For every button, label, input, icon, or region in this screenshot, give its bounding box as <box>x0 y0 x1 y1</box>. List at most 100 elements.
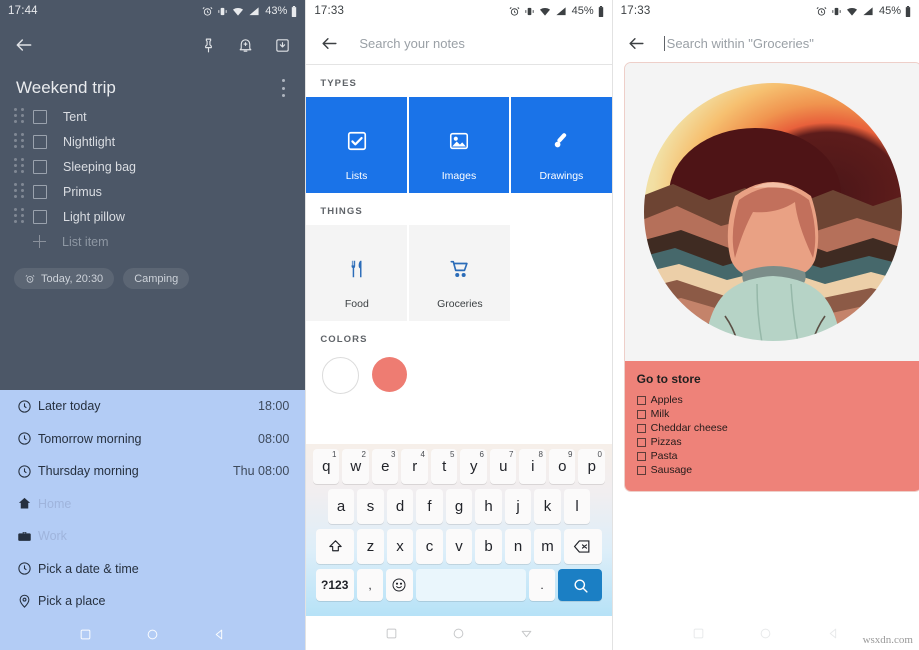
shift-icon[interactable] <box>316 529 355 564</box>
recents-square-icon[interactable] <box>385 627 398 640</box>
list-item[interactable]: Cheddar cheese <box>636 422 909 434</box>
drag-handle-icon[interactable] <box>14 108 25 125</box>
key-z[interactable]: z <box>357 529 384 564</box>
drag-handle-icon[interactable] <box>14 183 25 200</box>
key-i[interactable]: i8 <box>519 449 546 484</box>
recents-square-icon[interactable] <box>692 627 705 640</box>
reminder-option-thursday-morning[interactable]: Thursday morning Thu 08:00 <box>0 455 305 488</box>
checkbox[interactable] <box>636 465 646 475</box>
key-space[interactable] <box>415 569 526 601</box>
search-icon[interactable] <box>558 569 603 601</box>
key-x[interactable]: x <box>386 529 414 564</box>
back-arrow-icon[interactable] <box>320 34 339 53</box>
key-y[interactable]: y6 <box>460 449 487 484</box>
checkbox[interactable] <box>33 209 47 224</box>
more-options-icon[interactable] <box>281 79 285 97</box>
key-g[interactable]: g <box>445 489 473 524</box>
key-w[interactable]: w2 <box>342 449 369 484</box>
list-item[interactable]: Light pillow <box>0 204 305 229</box>
filter-tile-lists[interactable]: Lists <box>306 97 407 193</box>
reminder-option-pick-date-time[interactable]: Pick a date & time <box>0 553 305 586</box>
key-b[interactable]: b <box>475 529 502 564</box>
checkbox[interactable] <box>33 134 47 149</box>
list-item[interactable]: Milk <box>636 408 909 420</box>
recents-square-icon[interactable] <box>79 628 92 641</box>
list-item[interactable]: Nightlight <box>0 129 305 154</box>
list-item[interactable]: Sausage <box>636 464 909 476</box>
reminder-option-work[interactable]: Work <box>0 520 305 553</box>
checkbox[interactable] <box>636 409 646 419</box>
list-item[interactable]: Tent <box>0 104 305 129</box>
filter-tile-groceries[interactable]: Groceries <box>409 225 511 321</box>
search-bar[interactable]: Search your notes <box>306 22 612 64</box>
list-item[interactable]: Primus <box>0 179 305 204</box>
filter-tile-drawings[interactable]: Drawings <box>511 97 612 193</box>
key-symbols[interactable]: ?123 <box>315 569 354 601</box>
add-list-item-row[interactable]: List item <box>0 229 305 254</box>
key-s[interactable]: s <box>357 489 384 524</box>
key-p[interactable]: p0 <box>578 449 605 484</box>
emoji-icon[interactable] <box>386 569 413 601</box>
key-v[interactable]: v <box>445 529 473 564</box>
home-circle-icon[interactable] <box>452 627 465 640</box>
key-r[interactable]: r4 <box>401 449 428 484</box>
drag-handle-icon[interactable] <box>14 133 25 150</box>
back-triangle-icon[interactable] <box>827 627 840 640</box>
search-input[interactable]: Search within "Groceries" <box>663 35 814 51</box>
home-circle-icon[interactable] <box>146 628 159 641</box>
checkbox[interactable] <box>636 451 646 461</box>
drag-handle-icon[interactable] <box>14 158 25 175</box>
key-f[interactable]: f <box>416 489 443 524</box>
filter-tile-images[interactable]: Images <box>408 97 510 193</box>
list-item[interactable]: Sleeping bag <box>0 154 305 179</box>
key-d[interactable]: d <box>386 489 414 524</box>
archive-icon[interactable] <box>274 37 291 54</box>
checkbox[interactable] <box>33 109 47 124</box>
key-n[interactable]: n <box>504 529 532 564</box>
color-swatch-white[interactable] <box>322 357 360 394</box>
label-chip[interactable]: Camping <box>123 268 190 289</box>
reminder-option-tomorrow-morning[interactable]: Tomorrow morning 08:00 <box>0 423 305 456</box>
page-title[interactable]: Weekend trip <box>16 78 281 98</box>
key-q[interactable]: q1 <box>312 449 340 484</box>
add-reminder-bell-icon[interactable] <box>237 37 254 54</box>
key-t[interactable]: t5 <box>430 449 458 484</box>
drag-handle-icon[interactable] <box>14 208 25 225</box>
checkbox[interactable] <box>636 437 646 447</box>
checkbox[interactable] <box>636 395 646 405</box>
reminder-chip[interactable]: Today, 20:30 <box>14 268 115 289</box>
on-screen-keyboard[interactable]: q1 w2 e3 r4 t5 y6 u7 i8 o9 p0 a s d f g … <box>306 444 612 616</box>
key-period[interactable]: . <box>528 569 556 601</box>
backspace-icon[interactable] <box>563 529 602 564</box>
reminder-option-home[interactable]: Home <box>0 488 305 521</box>
reminder-option-later-today[interactable]: Later today 18:00 <box>0 390 305 423</box>
list-item[interactable]: Pizzas <box>636 436 909 448</box>
key-j[interactable]: j <box>504 489 532 524</box>
key-k[interactable]: k <box>534 489 561 524</box>
key-l[interactable]: l <box>563 489 591 524</box>
back-triangle-icon[interactable] <box>520 627 533 640</box>
key-c[interactable]: c <box>416 529 443 564</box>
color-swatch-salmon[interactable] <box>372 357 408 392</box>
search-bar[interactable]: Search within "Groceries" <box>612 22 919 64</box>
list-item[interactable]: Pasta <box>636 450 909 462</box>
filter-tile-food[interactable]: Food <box>306 225 408 321</box>
pin-icon[interactable] <box>200 37 217 54</box>
key-u[interactable]: u7 <box>489 449 517 484</box>
key-h[interactable]: h <box>475 489 502 524</box>
back-arrow-icon[interactable] <box>14 35 34 55</box>
checkbox[interactable] <box>33 184 47 199</box>
key-comma[interactable]: , <box>356 569 384 601</box>
back-arrow-icon[interactable] <box>627 34 646 53</box>
list-item[interactable]: Apples <box>636 394 909 406</box>
back-triangle-icon[interactable] <box>213 628 226 641</box>
note-card[interactable]: Go to store Apples Milk Cheddar cheese P… <box>623 62 919 492</box>
home-circle-icon[interactable] <box>759 627 772 640</box>
key-a[interactable]: a <box>327 489 355 524</box>
search-input[interactable]: Search your notes <box>359 36 465 51</box>
checkbox[interactable] <box>33 159 47 174</box>
key-m[interactable]: m <box>534 529 561 564</box>
key-e[interactable]: e3 <box>371 449 399 484</box>
checkbox[interactable] <box>636 423 646 433</box>
key-o[interactable]: o9 <box>548 449 576 484</box>
